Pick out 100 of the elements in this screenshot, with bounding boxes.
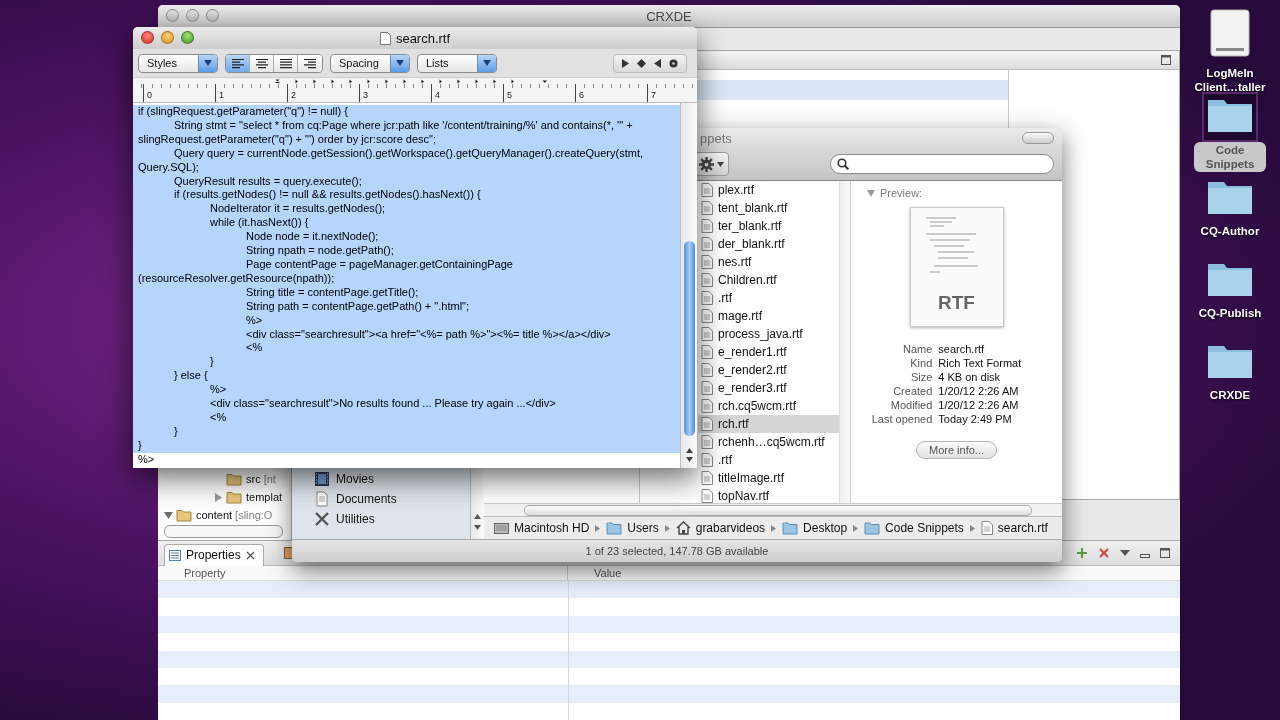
folder-icon [606, 521, 623, 535]
expanded-arrow-icon[interactable] [164, 510, 173, 520]
delete-icon[interactable] [1098, 547, 1110, 559]
file-row[interactable]: titleImage.rtf [698, 469, 839, 487]
path-item[interactable]: Desktop [803, 521, 848, 535]
maximize-icon[interactable] [1160, 548, 1170, 558]
add-icon[interactable] [1076, 547, 1088, 559]
desktop-icon-label[interactable]: CQ-Author [1200, 224, 1260, 238]
zoom-button[interactable] [206, 9, 219, 22]
file-row[interactable]: ter_blank.rtf [698, 217, 839, 235]
styles-popup[interactable]: Styles [138, 53, 218, 73]
desktop-icon-label[interactable]: LogMeIn Client…taller [1190, 66, 1270, 94]
horizontal-scrollbar[interactable] [484, 503, 1062, 516]
file-row[interactable]: tent_blank.rtf [698, 199, 839, 217]
scroll-arrows-icon[interactable] [473, 511, 482, 533]
properties-tab[interactable]: Properties [164, 543, 264, 566]
align-left-icon [229, 57, 246, 69]
alignment-button[interactable] [298, 54, 322, 72]
info-label: Kind [909, 357, 933, 369]
minimize-button[interactable] [186, 9, 199, 22]
scroll-arrows-icon[interactable] [684, 446, 694, 464]
close-button[interactable] [166, 9, 179, 22]
column-header[interactable]: Value [568, 566, 622, 580]
ruler-number: 4 [435, 90, 440, 100]
alignment-button[interactable] [250, 54, 274, 72]
maximize-icon[interactable] [1161, 55, 1171, 65]
file-row[interactable]: e_render1.rtf [698, 343, 839, 361]
file-row[interactable]: der_blank.rtf [698, 235, 839, 253]
desktop-icon-label[interactable]: CRXDE [1209, 388, 1251, 402]
desktop-icon-label[interactable]: Code Snippets [1194, 142, 1266, 172]
path-item[interactable]: Macintosh HD [514, 521, 590, 535]
file-row[interactable]: .rtf [698, 451, 839, 469]
tree-item[interactable]: content [196, 509, 233, 521]
node-type-label: [nt [263, 473, 276, 485]
file-row[interactable]: plex.rtf [698, 181, 839, 199]
document-icon [701, 435, 713, 449]
file-row[interactable]: e_render2.rtf [698, 361, 839, 379]
document-icon [701, 327, 713, 341]
caret-icon[interactable] [1120, 549, 1130, 557]
sidebar-item[interactable]: Documents [336, 492, 397, 506]
close-icon[interactable] [245, 550, 255, 560]
toolbar-toggle-button[interactable] [1022, 132, 1054, 144]
close-button[interactable] [141, 31, 154, 44]
column-header[interactable]: Property [158, 566, 568, 580]
zoom-button[interactable] [181, 31, 194, 44]
path-item[interactable]: Code Snippets [885, 521, 964, 535]
tree-item[interactable]: templat [246, 491, 283, 503]
caret-icon [198, 54, 217, 72]
caret-icon [477, 54, 496, 72]
align-justify-icon [277, 57, 294, 69]
window-title: CRXDE [646, 8, 692, 24]
list-icon [169, 549, 181, 561]
file-row[interactable]: .rtf [698, 289, 839, 307]
file-row[interactable]: nes.rtf [698, 253, 839, 271]
alignment-button[interactable] [274, 54, 298, 72]
document-icon [701, 273, 713, 287]
file-row[interactable]: e_render3.rtf [698, 379, 839, 397]
chevron-icon [595, 524, 601, 532]
file-row[interactable]: Children.rtf [698, 271, 839, 289]
folder-icon [782, 521, 799, 535]
horizontal-scrollbar[interactable] [164, 525, 283, 538]
collapsed-arrow-icon[interactable] [214, 492, 223, 502]
right-tab-icon[interactable] [654, 58, 661, 68]
decimal-tab-icon[interactable] [669, 58, 678, 68]
scrollbar-thumb[interactable] [683, 241, 695, 436]
more-info-button[interactable]: More info... [916, 441, 997, 459]
document-text-area[interactable] [133, 103, 680, 468]
folder-icon [226, 490, 242, 504]
path-item[interactable]: grabarvideos [695, 521, 766, 535]
status-text: 1 of 23 selected, 147.78 GB available [585, 545, 769, 557]
tree-item[interactable]: src [246, 473, 261, 485]
file-row[interactable]: mage.rtf [698, 307, 839, 325]
drive-icon[interactable] [1208, 8, 1252, 58]
center-tab-icon[interactable] [637, 58, 646, 68]
info-label: Size [909, 371, 933, 383]
info-value: 1/20/12 2:26 AM [938, 385, 1020, 397]
vertical-scrollbar[interactable] [839, 181, 850, 503]
minimize-button[interactable] [161, 31, 174, 44]
file-row[interactable]: rch.rtf [698, 415, 839, 433]
file-row[interactable]: topNav.rtf [698, 487, 839, 503]
search-field[interactable] [830, 154, 1054, 174]
lists-popup[interactable]: Lists [417, 53, 497, 73]
sidebar-item[interactable]: Movies [336, 472, 374, 486]
alignment-button[interactable] [226, 54, 250, 72]
file-row[interactable]: rch.cq5wcm.rtf [698, 397, 839, 415]
disclosure-triangle-icon[interactable] [867, 189, 875, 197]
document-icon [701, 201, 713, 215]
path-item[interactable]: search.rtf [997, 521, 1048, 535]
alignment-control[interactable] [225, 53, 323, 73]
spacing-popup[interactable]: Spacing [330, 53, 410, 73]
sidebar-item[interactable]: Utilities [336, 512, 375, 526]
document-icon [701, 471, 713, 485]
file-row[interactable]: process_java.rtf [698, 325, 839, 343]
align-right-icon [302, 57, 318, 69]
desktop-icon-label[interactable]: CQ-Publish [1198, 306, 1262, 320]
left-tab-icon[interactable] [622, 58, 629, 68]
path-item[interactable]: Users [627, 521, 659, 535]
vertical-scrollbar[interactable] [680, 103, 697, 468]
document-icon [379, 31, 391, 45]
file-row[interactable]: rchenh…cq5wcm.rtf [698, 433, 839, 451]
